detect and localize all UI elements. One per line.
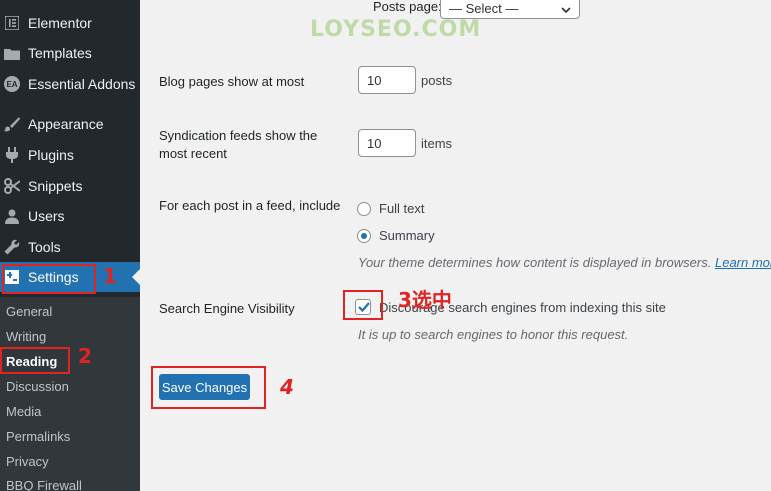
full-text-label[interactable]: Full text [379,201,425,216]
elementor-icon [4,15,20,31]
submenu-item-general[interactable]: General [0,299,140,324]
submenu-item-privacy[interactable]: Privacy [0,449,140,474]
annotation-box-checkbox [343,290,383,320]
menu-item-label: Essential Addons [28,76,136,92]
annotation-number-2: 2 [78,344,92,368]
ea-icon: EA [4,76,20,92]
folder-icon [4,45,20,61]
submenu-item-discussion[interactable]: Discussion [0,374,140,399]
posts-page-label: Posts page: [373,0,442,14]
sev-description: It is up to search engines to honor this… [358,327,629,342]
feeds-count-unit: items [421,136,453,151]
menu-item-elementor[interactable]: Elementor [0,8,140,38]
wrench-icon [4,239,20,255]
feed-description-text: Your theme determines how content is dis… [358,255,712,270]
blog-pages-label: Blog pages show at most [159,74,305,89]
posts-page-select-value: — Select — [449,0,519,16]
annotation-box-save [151,366,266,409]
menu-item-appearance[interactable]: Appearance [0,109,140,139]
annotation-number-1: 1 [103,264,117,288]
feeds-label-line1: Syndication feeds show the [159,128,318,143]
active-indicator [132,269,140,285]
submenu-item-permalinks[interactable]: Permalinks [0,424,140,449]
submenu-item-writing[interactable]: Writing [0,324,140,349]
menu-item-essential-addons[interactable]: EA Essential Addons [0,69,140,99]
menu-item-label: Users [28,208,65,224]
plug-icon [4,147,20,163]
menu-item-users[interactable]: Users [0,201,140,231]
menu-item-templates[interactable]: Templates [0,38,140,68]
scissors-icon [4,178,20,194]
learn-more-link[interactable]: Learn more abo [715,255,771,270]
sev-label: Search Engine Visibility [159,301,295,316]
blog-pages-input[interactable]: 10 [358,66,416,94]
feed-description: Your theme determines how content is dis… [358,255,771,270]
menu-item-label: Templates [28,45,92,61]
annotation-box-reading [0,347,70,374]
submenu-item-media[interactable]: Media [0,399,140,424]
watermark: LOYSEO.COM [310,17,482,42]
menu-item-snippets[interactable]: Snippets [0,171,140,201]
user-icon [4,208,20,224]
summary-radio[interactable] [357,229,371,243]
admin-sidebar: Elementor Templates EA Essential Addons … [0,0,140,491]
chevron-down-icon [561,1,571,16]
menu-item-plugins[interactable]: Plugins [0,140,140,170]
feed-include-label: For each post in a feed, include [159,198,341,213]
menu-item-label: Elementor [28,15,92,31]
annotation-number-3: 3选中 [398,288,452,312]
feeds-label-line2: most recent [159,146,227,161]
menu-item-label: Appearance [28,116,104,132]
settings-submenu: General Writing Reading Discussion Media… [0,297,140,491]
blog-pages-unit: posts [421,73,453,88]
feeds-count-input[interactable]: 10 [358,129,416,157]
submenu-item-bbq-firewall[interactable]: BBQ Firewall [0,473,140,491]
brush-icon [4,116,20,132]
menu-item-label: Snippets [28,178,83,194]
annotation-number-4: 4 [280,375,294,399]
menu-item-label: Plugins [28,147,74,163]
full-text-radio[interactable] [357,202,371,216]
annotation-box-settings [2,264,96,294]
menu-item-tools[interactable]: Tools [0,232,140,262]
summary-label[interactable]: Summary [379,228,435,243]
menu-item-label: Tools [28,239,61,255]
